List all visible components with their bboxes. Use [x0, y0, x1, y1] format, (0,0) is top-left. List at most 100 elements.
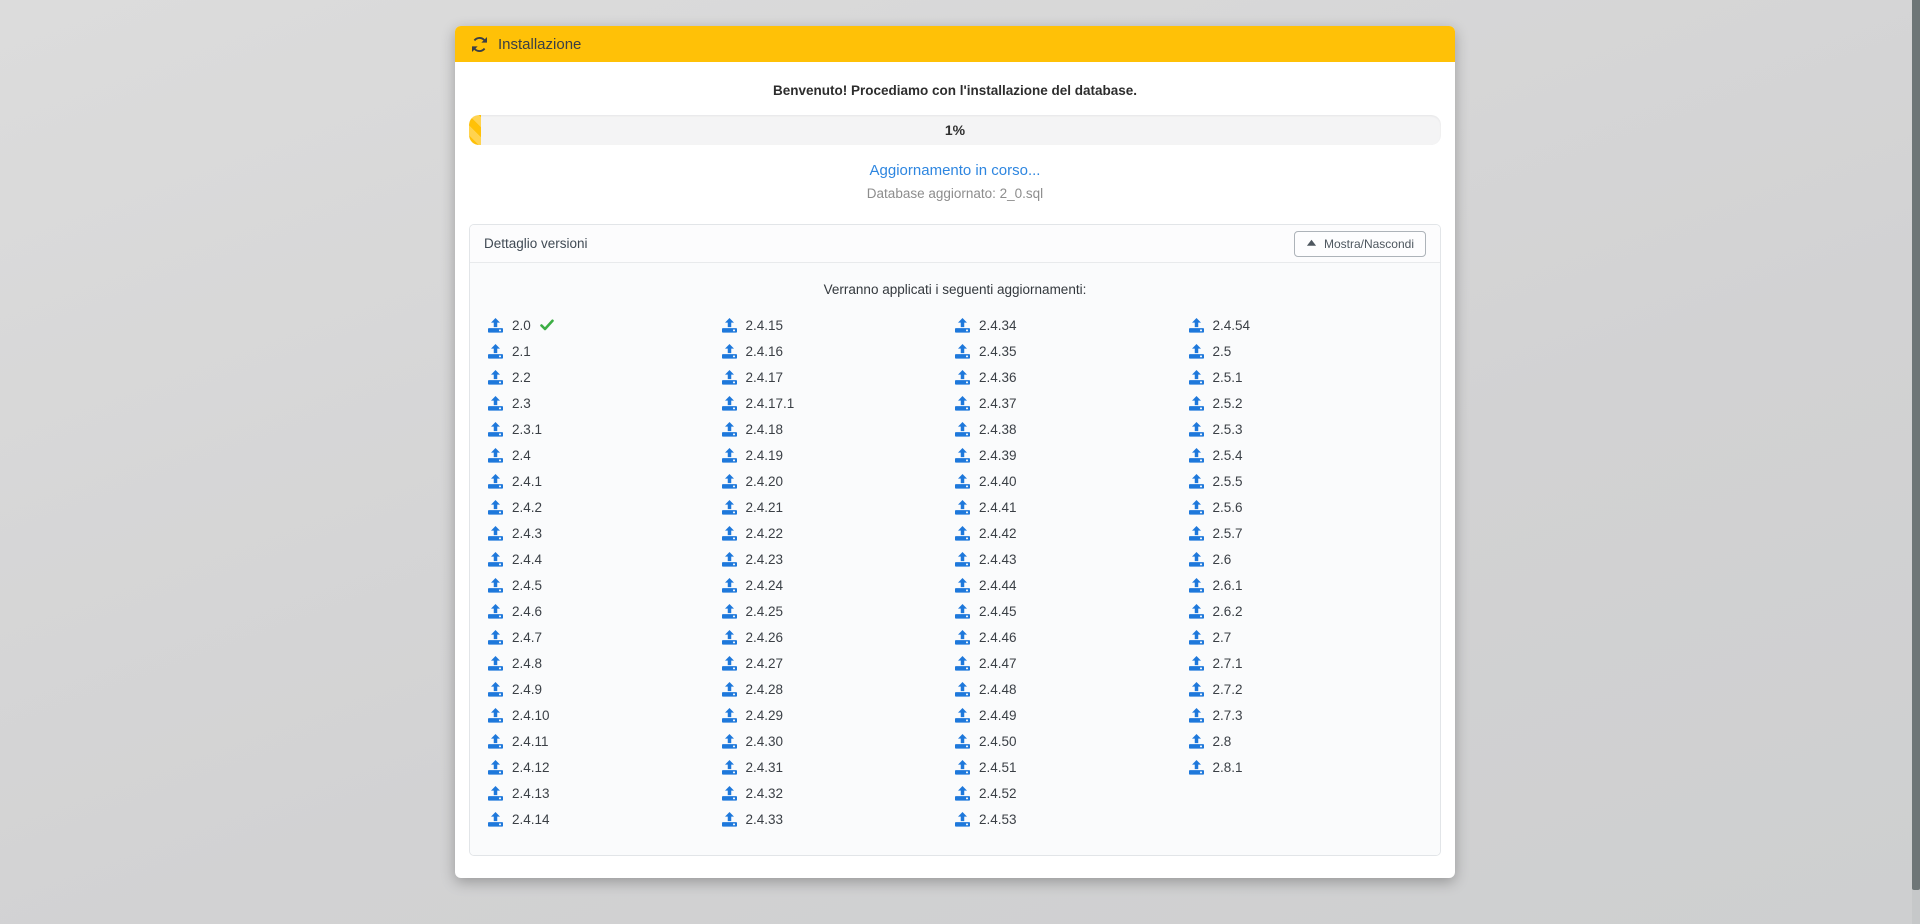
version-label: 2.5.5 — [1213, 474, 1243, 489]
version-label: 2.5.2 — [1213, 396, 1243, 411]
version-label: 2.4.17 — [746, 370, 784, 385]
upload-icon — [488, 760, 503, 775]
version-label: 2.2 — [512, 370, 531, 385]
versions-grid: 2.0 2.1 2.2 — [488, 312, 1422, 832]
upload-icon — [488, 474, 503, 489]
upload-icon — [1189, 682, 1204, 697]
version-label: 2.6 — [1213, 552, 1232, 567]
upload-icon — [1189, 448, 1204, 463]
version-label: 2.4 — [512, 448, 531, 463]
version-item: 2.5.5 — [1189, 474, 1423, 489]
version-item: 2.4.42 — [955, 526, 1189, 541]
version-label: 2.4.27 — [746, 656, 784, 671]
version-label: 2.4.49 — [979, 708, 1017, 723]
version-label: 2.3.1 — [512, 422, 542, 437]
version-item: 2.1 — [488, 344, 722, 359]
version-label: 2.4.21 — [746, 500, 784, 515]
versions-panel-header: Dettaglio versioni Mostra/Nascondi — [470, 225, 1440, 263]
upload-icon — [488, 708, 503, 723]
version-label: 2.7.1 — [1213, 656, 1243, 671]
version-item: 2.4.30 — [722, 734, 956, 749]
version-item: 2.8 — [1189, 734, 1423, 749]
version-item: 2.4.52 — [955, 786, 1189, 801]
upload-icon — [1189, 578, 1204, 593]
upload-icon — [1189, 552, 1204, 567]
upload-icon — [488, 578, 503, 593]
version-item: 2.0 — [488, 318, 722, 333]
version-label: 2.4.36 — [979, 370, 1017, 385]
version-label: 2.4.54 — [1213, 318, 1251, 333]
version-label: 2.4.33 — [746, 812, 784, 827]
version-item: 2.4.39 — [955, 448, 1189, 463]
upload-icon — [722, 630, 737, 645]
version-label: 2.4.52 — [979, 786, 1017, 801]
version-item: 2.4.6 — [488, 604, 722, 619]
upload-icon — [1189, 656, 1204, 671]
show-hide-button[interactable]: Mostra/Nascondi — [1294, 231, 1426, 257]
upload-icon — [722, 396, 737, 411]
upload-icon — [1189, 500, 1204, 515]
upload-icon — [488, 656, 503, 671]
version-item: 2.5.2 — [1189, 396, 1423, 411]
version-item: 2.6.1 — [1189, 578, 1423, 593]
version-label: 2.7 — [1213, 630, 1232, 645]
version-label: 2.1 — [512, 344, 531, 359]
upload-icon — [955, 552, 970, 567]
upload-icon — [955, 500, 970, 515]
version-item: 2.5 — [1189, 344, 1423, 359]
version-item: 2.4 — [488, 448, 722, 463]
version-label: 2.8 — [1213, 734, 1232, 749]
version-item: 2.7 — [1189, 630, 1423, 645]
version-label: 2.4.17.1 — [746, 396, 795, 411]
version-item: 2.4.38 — [955, 422, 1189, 437]
version-item: 2.4.50 — [955, 734, 1189, 749]
version-label: 2.4.16 — [746, 344, 784, 359]
upload-icon — [955, 578, 970, 593]
page-scrollbar-thumb[interactable] — [1912, 0, 1920, 890]
version-item: 2.5.4 — [1189, 448, 1423, 463]
version-label: 2.5.1 — [1213, 370, 1243, 385]
versions-panel: Dettaglio versioni Mostra/Nascondi Verra… — [469, 224, 1441, 856]
version-item: 2.4.3 — [488, 526, 722, 541]
upload-icon — [955, 708, 970, 723]
version-label: 2.4.23 — [746, 552, 784, 567]
version-item: 2.4.15 — [722, 318, 956, 333]
version-label: 2.4.41 — [979, 500, 1017, 515]
version-label: 2.4.20 — [746, 474, 784, 489]
version-label: 2.4.44 — [979, 578, 1017, 593]
version-item: 2.4.9 — [488, 682, 722, 697]
upload-icon — [722, 552, 737, 567]
version-label: 2.6.2 — [1213, 604, 1243, 619]
upload-icon — [955, 344, 970, 359]
version-item: 2.4.17 — [722, 370, 956, 385]
upload-icon — [955, 812, 970, 827]
version-item: 2.4.46 — [955, 630, 1189, 645]
version-item: 2.4.16 — [722, 344, 956, 359]
version-label: 2.4.5 — [512, 578, 542, 593]
progress-bar: 1% — [469, 115, 1441, 145]
version-label: 2.4.38 — [979, 422, 1017, 437]
upload-icon — [722, 786, 737, 801]
upload-icon — [1189, 396, 1204, 411]
version-item: 2.3 — [488, 396, 722, 411]
upload-icon — [488, 734, 503, 749]
version-item: 2.4.20 — [722, 474, 956, 489]
version-item: 2.4.32 — [722, 786, 956, 801]
upload-icon — [955, 318, 970, 333]
upload-icon — [955, 396, 970, 411]
version-label: 2.4.8 — [512, 656, 542, 671]
version-item: 2.7.2 — [1189, 682, 1423, 697]
upload-icon — [488, 682, 503, 697]
version-item: 2.4.11 — [488, 734, 722, 749]
version-label: 2.5.6 — [1213, 500, 1243, 515]
upload-icon — [1189, 760, 1204, 775]
version-item: 2.4.27 — [722, 656, 956, 671]
version-label: 2.4.7 — [512, 630, 542, 645]
upload-icon — [722, 604, 737, 619]
version-item: 2.4.21 — [722, 500, 956, 515]
upload-icon — [722, 734, 737, 749]
upload-icon — [1189, 604, 1204, 619]
version-label: 2.4.26 — [746, 630, 784, 645]
version-item: 2.8.1 — [1189, 760, 1423, 775]
upload-icon — [488, 630, 503, 645]
